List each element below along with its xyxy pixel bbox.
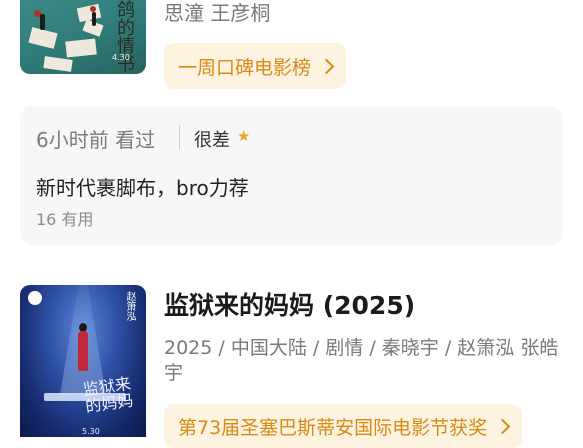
movie-prev-people: 思潼 王彦桐: [164, 1, 271, 25]
movie-poster-next[interactable]: 赵箫泓 监狱来的妈妈 5.30: [20, 285, 146, 437]
ranking-chip-button[interactable]: 一周口碑电影榜: [164, 43, 347, 89]
award-chip-label: 第73届圣塞巴斯蒂安国际电影节获奖: [178, 416, 488, 439]
star-icon: ★: [237, 127, 251, 145]
movie-meta: 2025 / 中国大陆 / 剧情 / 秦晓宇 / 赵箫泓 张皓宇: [164, 337, 559, 384]
ranking-chip-label: 一周口碑电影榜: [178, 56, 312, 79]
poster-next-title: 监狱来的妈妈: [81, 373, 135, 417]
movie-title[interactable]: 监狱来的妈妈 (2025): [164, 286, 415, 322]
award-chip-button[interactable]: 第73届圣塞巴斯蒂安国际电影节获奖: [164, 404, 523, 448]
chevron-right-icon: [494, 418, 511, 434]
review-rating-label: 很差: [194, 130, 230, 151]
chevron-right-icon: [318, 58, 335, 74]
review-divider: [179, 125, 180, 149]
movie-poster-prev[interactable]: 鸽的情书 4.30: [20, 0, 146, 74]
poster-next-date: 5.30: [82, 427, 100, 436]
poster-next-side-text: 赵箫泓: [124, 291, 135, 321]
poster-prev-date: 4.30: [112, 53, 130, 62]
review-time: 6小时前 看过: [36, 128, 156, 152]
review-text: 新时代裹脚布，bro力荐: [36, 176, 249, 200]
helpful-count[interactable]: 16 有用: [36, 206, 93, 230]
